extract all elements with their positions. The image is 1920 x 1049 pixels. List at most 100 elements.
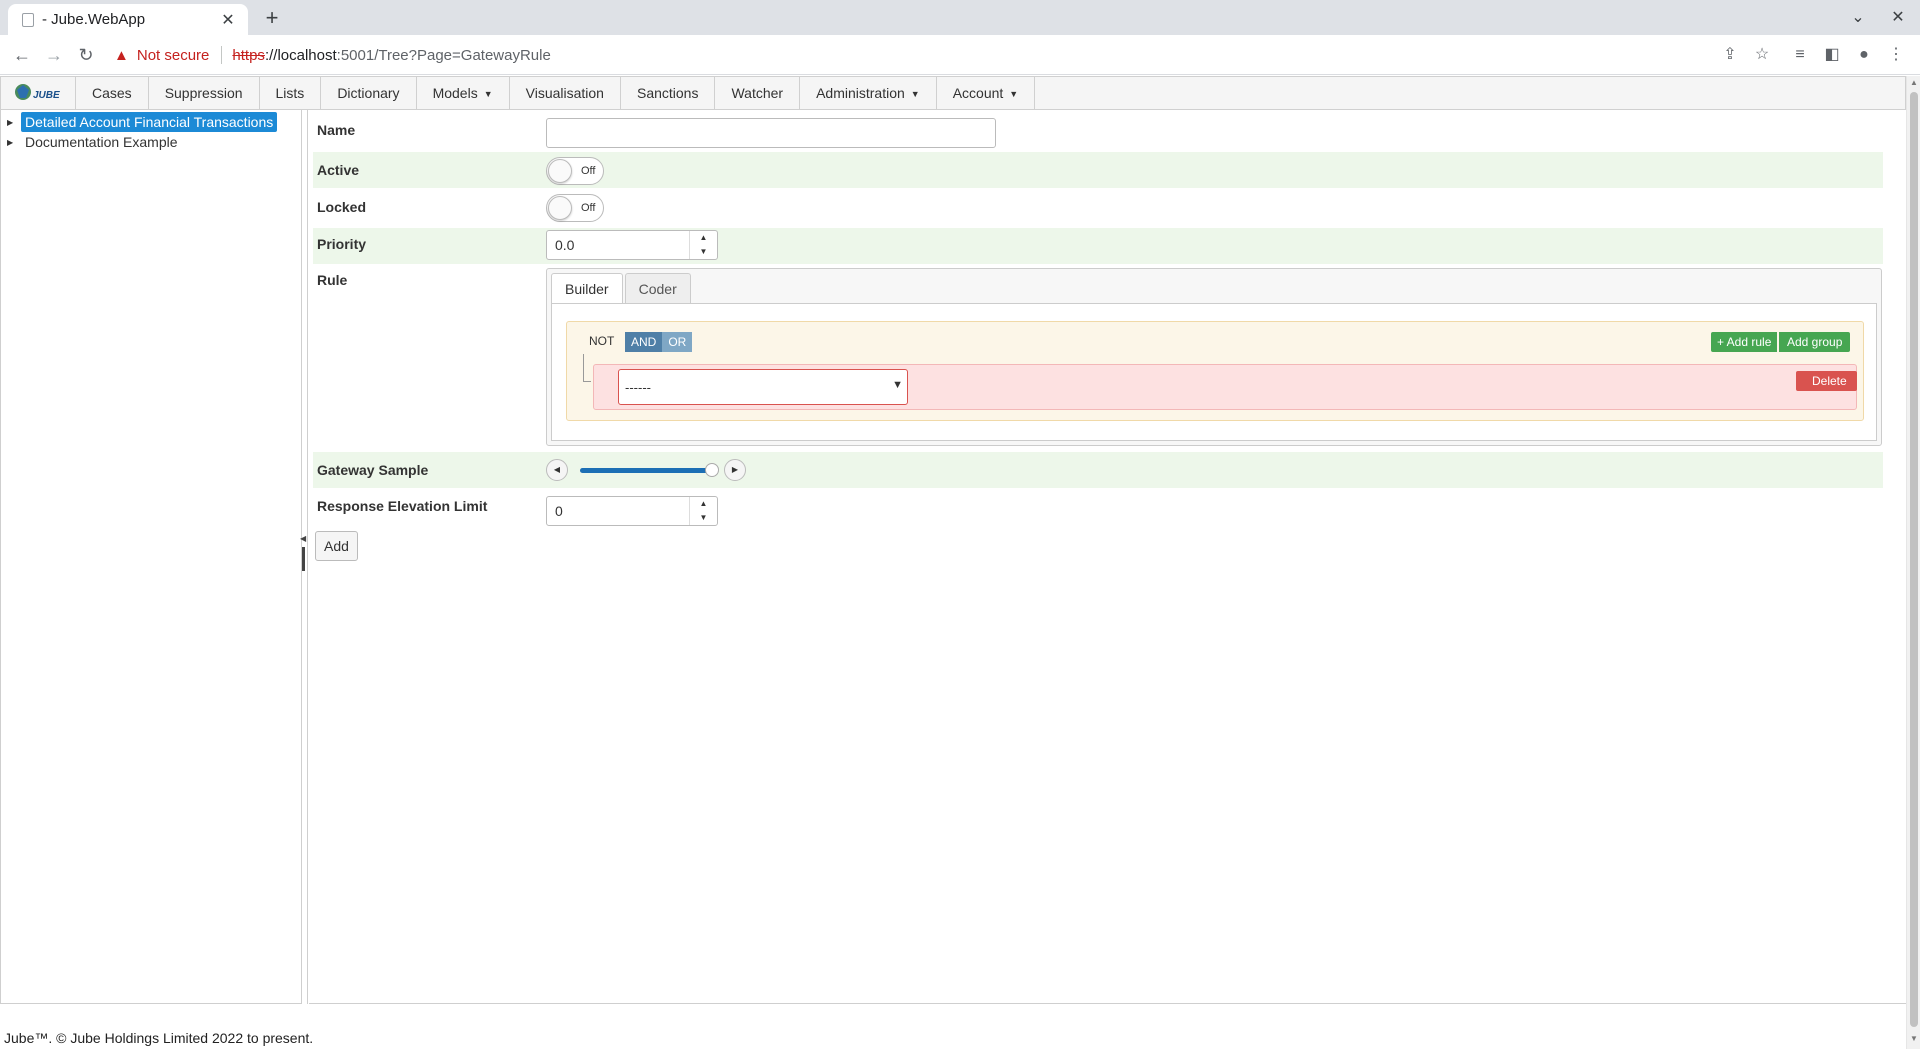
tab-builder[interactable]: Builder [551, 273, 623, 304]
rule-group: NOT AND OR + Add rule Add group ------ ▼… [566, 321, 1864, 421]
svg-text:JUBE: JUBE [33, 90, 60, 101]
pane-splitter[interactable]: ◀ [300, 110, 308, 1004]
media-control-icon[interactable]: ≡ [1788, 43, 1812, 67]
new-tab-icon[interactable]: + [258, 5, 286, 33]
expand-triangle-icon[interactable]: ▶ [7, 138, 17, 147]
add-group-button[interactable]: Add group [1779, 332, 1851, 352]
page-scrollbar[interactable]: ▲ ▼ [1906, 76, 1920, 1049]
page-favicon-icon [22, 12, 34, 27]
caret-down-icon: ▼ [483, 89, 493, 99]
rule-field-select[interactable]: ------ ▼ [618, 369, 908, 405]
rule-condition: ------ ▼ Delete [593, 364, 1857, 410]
expand-triangle-icon[interactable]: ▶ [7, 118, 17, 127]
spinner-up-icon[interactable]: ▲ [690, 497, 717, 511]
nav-account-label: Account [952, 85, 1004, 101]
slider-right-arrow-icon[interactable]: ▶ [724, 459, 746, 481]
nav-cases[interactable]: Cases [76, 77, 149, 109]
url-scheme: https [232, 46, 265, 64]
splitter-grip[interactable] [302, 547, 305, 571]
slider-handle[interactable] [705, 463, 720, 477]
name-input[interactable] [546, 118, 996, 148]
nav-visualisation[interactable]: Visualisation [510, 77, 621, 109]
side-panel-icon[interactable]: ◧ [1820, 43, 1844, 67]
add-rule-button[interactable]: + Add rule [1711, 332, 1778, 352]
priority-spinner[interactable]: 0.0 ▲ ▼ [546, 230, 718, 260]
close-tab-icon[interactable]: ✕ [218, 10, 238, 30]
condition-button-group: AND OR [625, 332, 693, 352]
address-bar[interactable]: ▲ Not secure https ://localhost :5001/Tr… [110, 39, 1720, 71]
window-close-icon[interactable]: ✕ [1880, 4, 1916, 32]
locked-row: Locked Off [313, 189, 1883, 225]
security-label[interactable]: Not secure [137, 47, 210, 64]
response-elevation-limit-row: Response Elevation Limit 0 ▲ ▼ [313, 488, 1883, 526]
toggle-knob [548, 196, 572, 220]
nav-lists[interactable]: Lists [260, 77, 322, 109]
response-elevation-limit-spinner[interactable]: 0 ▲ ▼ [546, 496, 718, 526]
slider-track[interactable] [580, 463, 720, 477]
bookmark-star-icon[interactable]: ☆ [1750, 43, 1774, 67]
tree-node[interactable]: ▶ Documentation Example [7, 132, 182, 152]
slider-left-arrow-icon[interactable]: ◀ [546, 459, 568, 481]
tree-node[interactable]: ▶ Detailed Account Financial Transaction… [7, 112, 278, 132]
priority-label: Priority [317, 236, 367, 252]
nav-lists-label: Lists [275, 85, 305, 101]
browser-tab-title: - Jube.WebApp [42, 11, 146, 28]
builder-panel: NOT AND OR + Add rule Add group ------ ▼… [551, 303, 1877, 441]
tab-coder[interactable]: Coder [624, 273, 691, 303]
nav-suppression-label: Suppression [164, 85, 243, 101]
url-path: :5001/Tree?Page=GatewayRule [336, 46, 551, 64]
nav-visualisation-label: Visualisation [525, 85, 604, 101]
scroll-down-icon[interactable]: ▼ [1909, 1034, 1919, 1043]
collapse-arrow-icon[interactable]: ◀ [300, 534, 306, 543]
rule-label: Rule [317, 272, 348, 288]
share-icon[interactable]: ⇪ [1718, 43, 1742, 67]
reload-icon[interactable]: ↻ [72, 41, 100, 69]
nav-sanctions[interactable]: Sanctions [621, 77, 716, 109]
nav-models[interactable]: Models ▼ [417, 77, 510, 109]
nav-account[interactable]: Account ▼ [937, 77, 1036, 109]
spinner-up-icon[interactable]: ▲ [690, 231, 717, 245]
toggle-knob [548, 159, 572, 183]
nav-dictionary[interactable]: Dictionary [321, 77, 417, 109]
browser-menu-icon[interactable]: ⋮ [1884, 43, 1908, 67]
model-tree-sidebar: ▶ Detailed Account Financial Transaction… [0, 110, 302, 1004]
add-button[interactable]: Add [315, 531, 358, 561]
nav-watcher-label: Watcher [731, 85, 784, 101]
tree-node-label[interactable]: Detailed Account Financial Transactions [21, 112, 278, 132]
nav-models-label: Models [432, 85, 478, 101]
gateway-sample-slider[interactable]: ◀ ▶ [546, 459, 746, 481]
scroll-up-icon[interactable]: ▲ [1909, 78, 1919, 87]
nav-watcher[interactable]: Watcher [715, 77, 801, 109]
or-button[interactable]: OR [662, 332, 693, 352]
scrollbar-thumb[interactable] [1910, 92, 1918, 1027]
not-toggle[interactable]: NOT [589, 334, 614, 348]
rule-editor: Builder Coder NOT AND OR + Add rule Add … [546, 268, 1882, 446]
gateway-rule-form: Name Active Off Locked Off Priority 0.0 [309, 110, 1906, 1004]
spinner-buttons: ▲ ▼ [689, 497, 717, 525]
and-button[interactable]: AND [625, 332, 663, 352]
nav-suppression[interactable]: Suppression [149, 77, 260, 109]
browser-tab[interactable]: - Jube.WebApp ✕ [8, 4, 248, 35]
response-elevation-limit-value: 0 [555, 503, 563, 519]
priority-row: Priority 0.0 ▲ ▼ [313, 228, 1883, 264]
browser-tab-strip: - Jube.WebApp ✕ + ⌄ ✕ [0, 0, 1920, 35]
tab-search-chevron-icon[interactable]: ⌄ [1840, 4, 1876, 32]
spinner-down-icon[interactable]: ▼ [690, 245, 717, 259]
spinner-down-icon[interactable]: ▼ [690, 511, 717, 525]
delete-rule-button[interactable]: Delete [1796, 371, 1857, 391]
forward-arrow-icon[interactable]: → [40, 41, 68, 69]
jube-logo-icon: JUBE [15, 84, 60, 101]
tree-node-label[interactable]: Documentation Example [21, 132, 182, 152]
nav-dictionary-label: Dictionary [337, 85, 400, 101]
url-host: ://localhost [264, 46, 337, 64]
active-toggle[interactable]: Off [546, 157, 604, 185]
address-separator [221, 46, 223, 64]
gateway-sample-row: Gateway Sample ◀ ▶ [313, 452, 1883, 488]
nav-administration[interactable]: Administration ▼ [800, 77, 937, 109]
locked-toggle[interactable]: Off [546, 194, 604, 222]
jube-logo[interactable]: JUBE [1, 77, 76, 109]
profile-avatar-icon[interactable]: ● [1852, 43, 1876, 67]
back-arrow-icon[interactable]: ← [8, 41, 36, 69]
name-label: Name [317, 122, 356, 138]
warning-triangle-icon: ▲ [114, 46, 129, 64]
